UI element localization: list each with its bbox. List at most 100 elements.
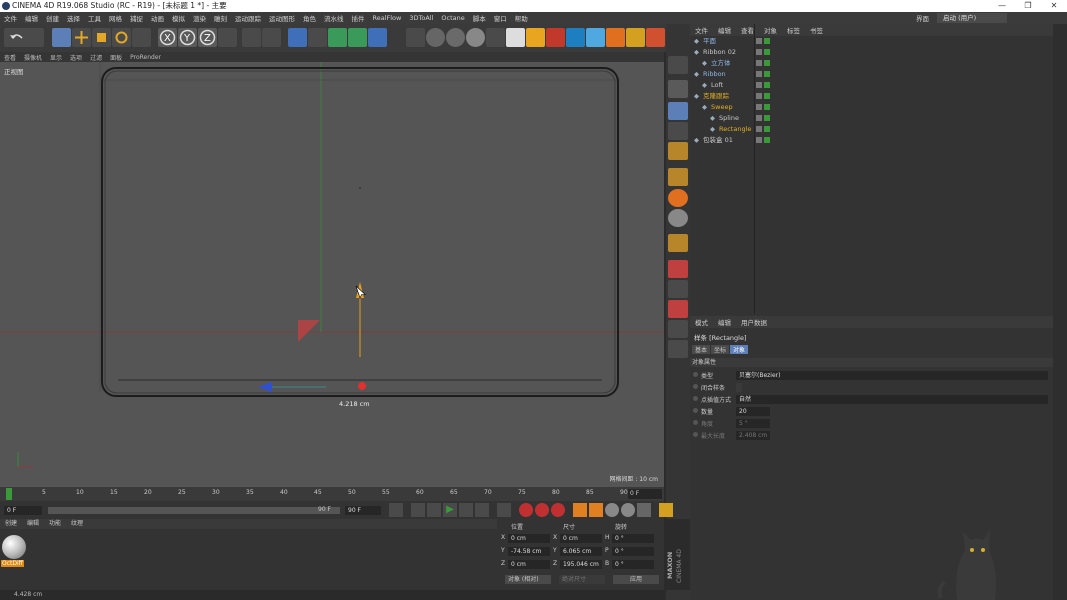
next-frame-icon[interactable] xyxy=(459,503,473,517)
deformer-icon[interactable] xyxy=(368,28,387,47)
menu-render[interactable]: 渲染 xyxy=(189,13,210,23)
object-row[interactable]: ◆ 立方体 xyxy=(690,58,1053,69)
menu-select[interactable]: 选择 xyxy=(63,13,84,23)
object-name[interactable]: 立方体 xyxy=(711,58,731,69)
keyframe-selection-icon[interactable] xyxy=(551,503,565,517)
z-axis-lock-icon[interactable]: Z xyxy=(198,28,217,47)
object-mode-icon[interactable] xyxy=(668,102,688,120)
snap-icon[interactable] xyxy=(668,189,688,207)
position-key-icon[interactable] xyxy=(573,503,587,517)
subtab-basic[interactable]: 基本 xyxy=(692,345,711,354)
obj-menu-file[interactable]: 文件 xyxy=(690,25,713,35)
menu-octane[interactable]: Octane xyxy=(437,14,468,22)
object-name[interactable]: Loft xyxy=(711,80,723,91)
restore-icon[interactable]: ❐ xyxy=(1015,0,1041,12)
render-to-picture-viewer-icon[interactable] xyxy=(262,28,281,47)
menu-file[interactable]: 文件 xyxy=(0,13,21,23)
rotation-key-icon[interactable] xyxy=(605,503,619,517)
go-to-end-icon[interactable] xyxy=(497,503,511,517)
pen-spline-icon[interactable] xyxy=(308,28,327,47)
coord-size-field[interactable]: 0 cm xyxy=(560,534,602,543)
polygons-mode-icon[interactable] xyxy=(668,300,688,318)
material-name[interactable]: OctDiff xyxy=(1,560,24,567)
playhead[interactable] xyxy=(6,488,12,500)
attr-value-field[interactable] xyxy=(736,383,742,392)
layout-dropdown[interactable]: 启动 (用户) xyxy=(937,13,1007,23)
object-name[interactable]: 克隆跟踪 xyxy=(703,91,729,102)
undo-icon[interactable] xyxy=(4,28,44,47)
viewport-menu-display[interactable]: 显示 xyxy=(46,53,66,62)
next-key-icon[interactable] xyxy=(475,503,489,517)
menu-mesh[interactable]: 网格 xyxy=(105,13,126,23)
make-editable-icon[interactable] xyxy=(668,56,688,74)
object-visibility-flags[interactable] xyxy=(756,49,770,55)
coord-size-select[interactable]: 绝对尺寸 xyxy=(559,575,605,584)
obj-menu-view[interactable]: 查看 xyxy=(736,25,759,35)
object-row[interactable]: ◆ Ribbon 02 xyxy=(690,47,1053,58)
object-name[interactable]: Ribbon xyxy=(703,69,726,80)
sky-icon[interactable] xyxy=(446,28,465,47)
octane-material-icon[interactable] xyxy=(626,28,645,47)
coord-size-field[interactable]: 195.046 cm xyxy=(560,560,602,569)
x-axis-lock-icon[interactable]: X xyxy=(158,28,177,47)
object-row[interactable]: ◆ Ribbon xyxy=(690,69,1053,80)
menu-mograph[interactable]: 运动图形 xyxy=(265,13,299,23)
pla-key-icon[interactable] xyxy=(637,503,651,517)
recent-tool-icon[interactable] xyxy=(132,28,151,47)
workplane-icon[interactable] xyxy=(668,142,688,160)
animate-param-icon[interactable] xyxy=(693,384,698,389)
object-visibility-flags[interactable] xyxy=(756,104,770,110)
y-axis-lock-icon[interactable]: Y xyxy=(178,28,197,47)
end-frame-field[interactable]: 90 F xyxy=(345,506,381,515)
auto-key-icon[interactable] xyxy=(535,503,549,517)
object-visibility-flags[interactable] xyxy=(756,38,770,44)
menu-plugins[interactable]: 插件 xyxy=(348,13,369,23)
viewport-menu-camera[interactable]: 摄像机 xyxy=(20,53,46,62)
sculpt-icon[interactable] xyxy=(668,234,688,252)
menu-motion-tracking[interactable]: 运动跟踪 xyxy=(231,13,265,23)
menu-3dtoall[interactable]: 3DToAll xyxy=(405,14,437,22)
menu-window[interactable]: 窗口 xyxy=(490,13,511,23)
object-visibility-flags[interactable] xyxy=(756,82,770,88)
scale-key-icon[interactable] xyxy=(589,503,603,517)
animate-param-icon[interactable] xyxy=(693,372,698,377)
object-name[interactable]: 平面 xyxy=(703,36,716,47)
tweak-mode-icon[interactable] xyxy=(668,340,688,358)
object-row[interactable]: ◆ 包装盒 01 xyxy=(690,135,1053,146)
timeline-window-icon[interactable] xyxy=(659,503,673,517)
octane-area-light-icon[interactable] xyxy=(506,28,525,47)
mat-menu-edit[interactable]: 编辑 xyxy=(22,519,44,529)
coordinate-system-icon[interactable] xyxy=(218,28,237,47)
animate-param-icon[interactable] xyxy=(693,420,698,425)
render-view-icon[interactable] xyxy=(242,28,261,47)
object-row[interactable]: ◆ 平面 xyxy=(690,36,1053,47)
points-mode-icon[interactable] xyxy=(668,260,688,278)
play-icon[interactable]: ▶ xyxy=(443,503,457,517)
obj-menu-bookmarks[interactable]: 书签 xyxy=(805,25,828,35)
menu-sculpt[interactable]: 雕刻 xyxy=(210,13,231,23)
object-visibility-flags[interactable] xyxy=(756,137,770,143)
cube-object-icon[interactable] xyxy=(288,28,307,47)
object-name[interactable]: Sweep xyxy=(711,102,733,113)
viewport-menu-panel[interactable]: 面板 xyxy=(106,53,126,62)
octane-settings-icon[interactable] xyxy=(586,28,605,47)
prev-frame-icon[interactable] xyxy=(427,503,441,517)
coord-apply-button[interactable]: 应用 xyxy=(613,575,659,584)
obj-menu-objects[interactable]: 对象 xyxy=(759,25,782,35)
menu-help[interactable]: 帮助 xyxy=(511,13,532,23)
menu-create[interactable]: 创建 xyxy=(42,13,63,23)
edges-mode-icon[interactable] xyxy=(668,280,688,298)
object-name[interactable]: 包装盒 01 xyxy=(703,135,733,146)
live-selection-icon[interactable] xyxy=(52,28,71,47)
subdivision-surface-icon[interactable] xyxy=(328,28,347,47)
viewport-menu-prorender[interactable]: ProRender xyxy=(126,54,165,61)
param-key-icon[interactable] xyxy=(621,503,635,517)
menu-pipeline[interactable]: 流水线 xyxy=(320,13,348,23)
attr-value-field[interactable]: 自然 xyxy=(736,395,1048,404)
object-visibility-flags[interactable] xyxy=(756,115,770,121)
sphere-light-icon[interactable] xyxy=(426,28,445,47)
coord-pos-field[interactable]: 0 cm xyxy=(508,534,550,543)
front-viewport[interactable]: 正视图 4.218 cm 网格间距 : 10 cm xyxy=(0,62,664,487)
attr-value-field[interactable]: 贝塞尔(Bezier) xyxy=(736,371,1048,380)
move-icon[interactable] xyxy=(72,28,91,47)
